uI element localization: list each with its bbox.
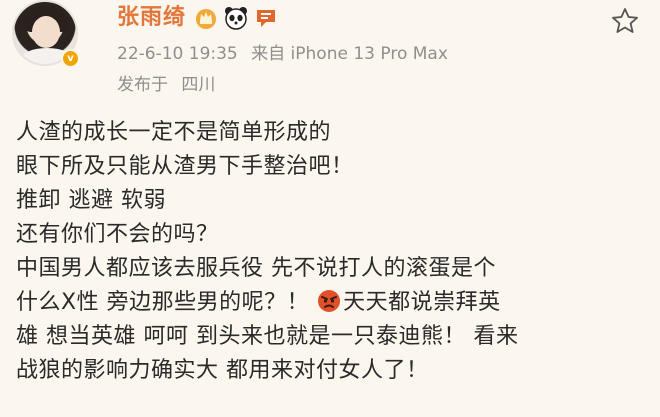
location-value: 四川 — [181, 75, 216, 95]
weibo-post: v 张雨绮 22-6-10 19:35 来自 iPhone 13 Pro Max… — [0, 0, 660, 417]
verified-badge-icon: v — [61, 49, 80, 68]
post-line-1: 人渣的成长一定不是简单形成的 — [16, 120, 332, 145]
post-line-5: 中国男人都应该去服兵役 先不说打人的滚蛋是个 — [16, 256, 496, 281]
crown-badge-icon[interactable] — [193, 5, 219, 31]
user-badges — [193, 5, 279, 31]
post-line-4: 还有你们不会的吗？ — [16, 222, 219, 247]
angry-face-icon — [317, 289, 341, 313]
post-meta-time: 22-6-10 19:35 来自 iPhone 13 Pro Max — [117, 42, 448, 66]
username[interactable]: 张雨绮 — [117, 2, 186, 34]
post-line-7: 雄 想当英雄 呵呵 到头来也就是一只泰迪熊！ 看来 — [16, 324, 519, 349]
post-line-6-end: 天天都说崇拜英 — [343, 290, 501, 315]
post-line-6-start: 什么Ⅹ性 旁边那些男的呢？！ — [16, 290, 310, 315]
avatar-face — [32, 16, 60, 48]
post-time: 22-6-10 19:35 — [117, 44, 238, 64]
post-line-3: 推卸 逃避 软弱 — [16, 188, 166, 213]
post-meta-location: 发布于 四川 — [117, 73, 215, 97]
post-line-2: 眼下所及只能从渣男下手整治吧！ — [16, 154, 354, 179]
post-content: 人渣的成长一定不是简单形成的 眼下所及只能从渣男下手整治吧！ 推卸 逃避 软弱 … — [16, 116, 650, 388]
location-prefix: 发布于 — [117, 75, 168, 95]
post-source: 来自 iPhone 13 Pro Max — [251, 44, 448, 64]
chat-badge-icon[interactable] — [253, 5, 279, 31]
panda-badge-icon[interactable] — [223, 5, 249, 31]
post-line-6: 什么Ⅹ性 旁边那些男的呢？！ 天天都说崇拜英 — [16, 286, 650, 320]
post-line-8: 战狼的影响力确实大 都用来对付女人了！ — [16, 358, 429, 383]
star-icon[interactable] — [610, 6, 640, 36]
